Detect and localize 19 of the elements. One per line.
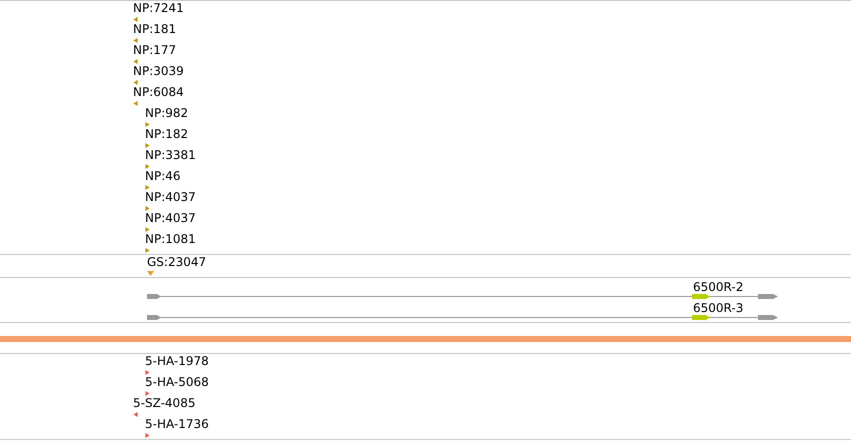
feature-label: NP:177 (133, 43, 176, 57)
feature-label: NP:7241 (133, 1, 184, 15)
transcript-label: 6500R-3 (693, 301, 744, 315)
feature-label: NP:46 (145, 169, 181, 183)
feature-label: NP:982 (145, 106, 188, 120)
feature-label: GS:23047 (147, 255, 206, 269)
feature-label: NP:3039 (133, 64, 184, 78)
feature-label: 5-HA-5068 (145, 375, 209, 389)
feature-label: 5-HA-1736 (145, 417, 209, 431)
feature-label: NP:6084 (133, 85, 184, 99)
feature-label: 5-SZ-4085 (133, 396, 196, 410)
transcript-label: 6500R-2 (693, 280, 744, 294)
feature-label: NP:3381 (145, 148, 196, 162)
feature-label: 5-HA-1978 (145, 354, 209, 368)
feature-label: NP:1081 (145, 232, 196, 246)
feature-label: NP:182 (145, 127, 188, 141)
feature-label: NP:4037 (145, 190, 196, 204)
feature-label: NP:181 (133, 22, 176, 36)
feature-label: NP:4037 (145, 211, 196, 225)
